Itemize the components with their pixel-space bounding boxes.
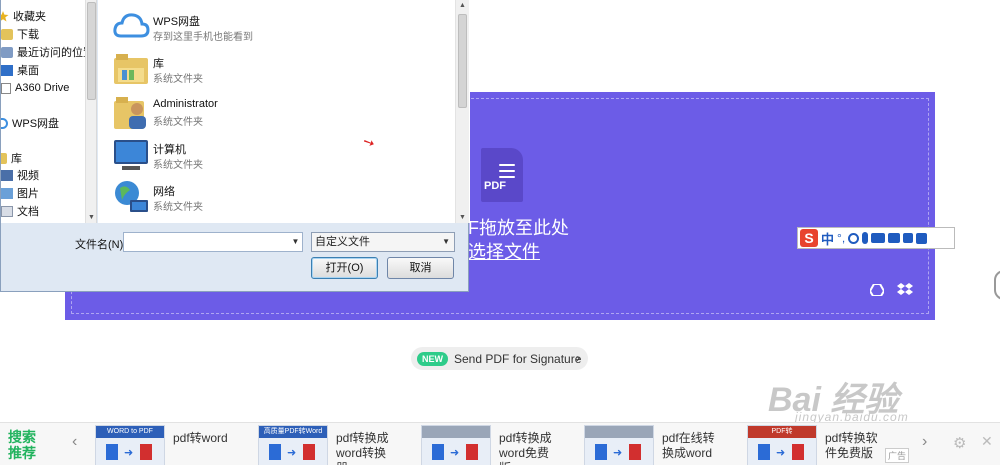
nav-item-videos[interactable]: 视频 xyxy=(1,167,39,183)
filename-input[interactable] xyxy=(123,232,303,252)
send-pdf-signature-button[interactable]: NEW Send PDF for Signature › xyxy=(411,347,588,370)
file-open-dialog: 收藏夹 下载 最近访问的位置 桌面 A360 Drive WPS网盘 库 视频 xyxy=(0,0,470,292)
nav-item-recent-places[interactable]: 最近访问的位置 xyxy=(1,44,94,60)
chevron-left-icon[interactable]: ‹ xyxy=(72,433,77,451)
side-widget-handle[interactable] xyxy=(994,270,1000,300)
chevron-right-icon: › xyxy=(576,351,580,365)
chevron-right-icon[interactable]: › xyxy=(922,433,927,451)
cloud-icon xyxy=(1,117,8,129)
keyboard-icon[interactable] xyxy=(871,233,886,243)
cloud-icon xyxy=(113,13,150,38)
recommend-text: pdf转换成word免费版 xyxy=(499,431,552,465)
scroll-down-arrow-icon[interactable]: ▼ xyxy=(88,214,95,221)
recommend-text: pdf转换软件免费版 xyxy=(825,431,878,460)
recommend-thumbnail: PDF转 ➜ xyxy=(747,425,817,465)
recommend-text: pdf转换成word转换器 xyxy=(336,431,389,465)
nav-item-a360-drive[interactable]: A360 Drive xyxy=(1,80,69,96)
pdf-file-label: PDF xyxy=(484,180,506,192)
nav-item-desktop[interactable]: 桌面 xyxy=(1,62,39,78)
signature-label: Send PDF for Signature xyxy=(454,351,582,366)
ime-punctuation-toggle[interactable]: °, xyxy=(837,231,845,245)
gear-icon[interactable]: ⚙ xyxy=(953,434,966,452)
cancel-button[interactable]: 取消 xyxy=(387,257,454,279)
desktop-icon xyxy=(1,64,13,76)
choose-file-link[interactable]: 选择文件 xyxy=(468,238,540,264)
skin-icon[interactable] xyxy=(888,233,901,243)
recommend-thumbnail: ➜ xyxy=(421,425,491,465)
network-globe-icon xyxy=(115,181,148,212)
document-icon xyxy=(1,205,13,217)
drop-instruction: F拖放至此处 xyxy=(468,218,569,238)
video-icon xyxy=(1,169,13,181)
nav-item-downloads[interactable]: 下载 xyxy=(1,26,39,42)
mouse-cursor-icon: ➘ xyxy=(359,132,378,152)
nav-item-documents[interactable]: 文档 xyxy=(1,203,39,219)
recommend-text: pdf在线转换成word xyxy=(662,431,715,460)
computer-icon xyxy=(114,140,148,170)
recommend-thumbnail: WORD to PDF ➜ xyxy=(95,425,165,465)
search-recommend-bar: 搜索推荐 ‹ WORD to PDF ➜ pdf转word 高质量PDF转Wor… xyxy=(0,422,1000,465)
open-button[interactable]: 打开(O) xyxy=(311,257,378,279)
nav-item-wps-cloud[interactable]: WPS网盘 xyxy=(1,115,59,131)
picture-icon xyxy=(1,187,13,199)
file-list-scroll-thumb[interactable] xyxy=(458,14,467,108)
recommend-text: pdf转word xyxy=(173,431,228,445)
file-list-pane: WPS网盘 存到这里手机也能看到 库 系统文件夹 Administrator 系… xyxy=(98,0,470,223)
filetype-value: 自定义文件 xyxy=(315,236,370,248)
scroll-up-arrow-icon[interactable]: ▲ xyxy=(459,2,466,9)
recommend-thumbnail: 高质量PDF转Word ➜ xyxy=(258,425,328,465)
file-list-scrollbar[interactable]: ▲ ▼ xyxy=(455,0,469,223)
filename-dropdown-arrow-icon[interactable]: ▼ xyxy=(289,233,302,251)
nav-scrollbar[interactable]: ▼ xyxy=(85,0,96,223)
recommend-label: 搜索推荐 xyxy=(8,429,36,461)
scroll-down-arrow-icon[interactable]: ▼ xyxy=(459,214,466,221)
filetype-select[interactable]: 自定义文件 ▼ xyxy=(311,232,455,252)
library-folder-icon xyxy=(114,54,148,84)
toolbox-grid-icon[interactable] xyxy=(916,232,928,244)
shirt-icon[interactable] xyxy=(903,233,914,243)
ime-toolbar[interactable]: S 中 °, xyxy=(797,227,955,249)
library-icon xyxy=(1,152,7,164)
star-icon xyxy=(1,10,9,22)
recommend-thumbnail: ➜ xyxy=(584,425,654,465)
emoji-icon[interactable] xyxy=(848,232,860,244)
filetype-dropdown-arrow-icon: ▼ xyxy=(442,237,450,246)
recent-places-icon xyxy=(1,46,13,58)
close-icon[interactable]: ✕ xyxy=(981,433,993,450)
drive-file-icon xyxy=(1,82,11,94)
sogou-logo-icon[interactable]: S xyxy=(800,229,818,247)
nav-item-pictures[interactable]: 图片 xyxy=(1,185,39,201)
new-badge: NEW xyxy=(417,351,448,366)
google-drive-icon[interactable] xyxy=(870,284,884,296)
dropbox-icon[interactable] xyxy=(897,283,913,297)
navigation-pane: 收藏夹 下载 最近访问的位置 桌面 A360 Drive WPS网盘 库 视频 xyxy=(1,0,97,223)
nav-item-library[interactable]: 库 xyxy=(1,150,22,166)
pdf-file-icon: PDF xyxy=(481,148,523,202)
nav-scroll-thumb[interactable] xyxy=(87,2,96,100)
download-folder-icon xyxy=(1,28,13,40)
filename-label: 文件名(N): xyxy=(75,239,127,251)
microphone-icon[interactable] xyxy=(862,232,869,244)
ad-badge: 广告 xyxy=(885,448,910,463)
nav-item-favorites[interactable]: 收藏夹 xyxy=(1,8,46,24)
user-folder-icon xyxy=(114,97,146,129)
ime-mode-toggle[interactable]: 中 xyxy=(821,229,834,248)
